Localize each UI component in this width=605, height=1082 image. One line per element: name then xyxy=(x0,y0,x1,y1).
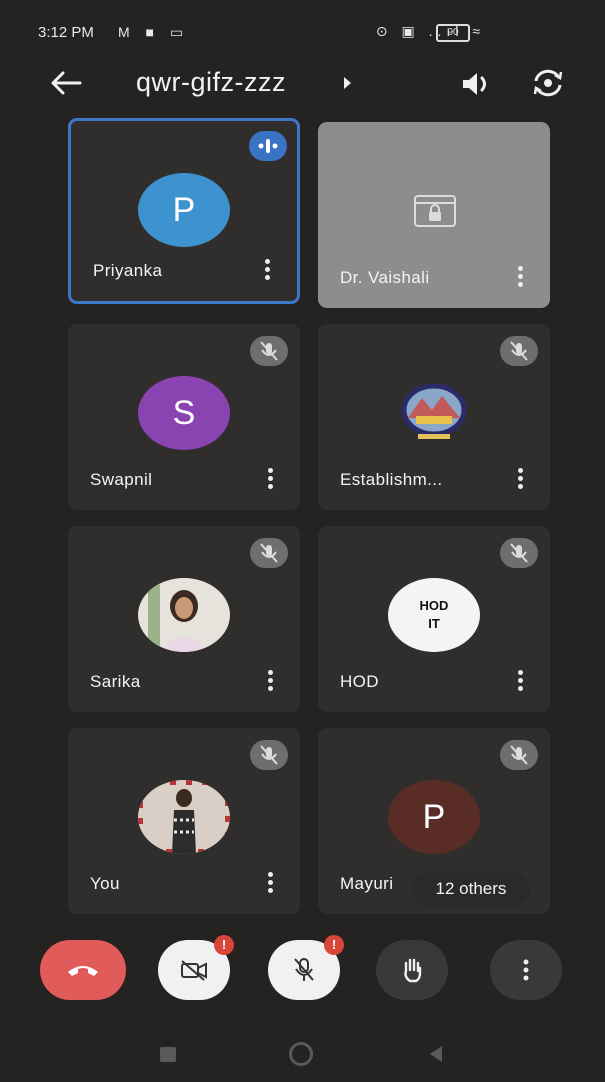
more-vert-icon[interactable] xyxy=(518,468,524,492)
caret-right-icon[interactable] xyxy=(344,77,351,89)
participant-tile-you[interactable]: You xyxy=(68,728,300,914)
more-vert-icon[interactable] xyxy=(268,670,274,694)
flip-camera-icon[interactable] xyxy=(530,67,566,99)
mic-toggle-button[interactable]: ! xyxy=(268,935,344,1000)
avatar: HOD IT xyxy=(388,578,480,652)
home-button[interactable] xyxy=(289,1042,313,1066)
profile-photo xyxy=(138,578,230,652)
participant-tile-priyanka[interactable]: P Priyanka xyxy=(68,118,300,304)
mic-off-icon xyxy=(500,740,538,770)
arrow-left-icon[interactable] xyxy=(48,68,84,98)
meet-screen: 3:12 PM M ■ ▭ ⊙ ▣ ..ıl ≈ 90 qwr-gifz-zzz xyxy=(0,0,605,1082)
end-call-button[interactable] xyxy=(40,940,126,1000)
more-options-button[interactable] xyxy=(490,940,562,1000)
participant-name: Priyanka xyxy=(93,261,163,280)
avatar: P xyxy=(388,780,480,854)
notification-icons: M ■ ▭ xyxy=(118,24,190,40)
end-call-icon xyxy=(68,966,98,976)
more-vert-icon[interactable] xyxy=(268,872,274,896)
avatar: P xyxy=(138,173,230,247)
more-vert-icon[interactable] xyxy=(265,259,271,283)
camera-off-icon xyxy=(181,960,207,981)
mic-off-icon xyxy=(294,958,314,981)
status-time: 3:12 PM xyxy=(38,24,94,41)
avatar-text-line-2: IT xyxy=(428,616,440,631)
raise-hand-icon xyxy=(404,958,422,983)
speaking-indicator-icon xyxy=(249,131,287,161)
participant-name: Sarika xyxy=(90,672,141,691)
mic-off-icon xyxy=(250,538,288,568)
participant-name: Mayuri xyxy=(340,874,394,893)
camera-toggle-button[interactable]: ! xyxy=(158,935,234,1000)
status-bar: 3:12 PM M ■ ▭ ⊙ ▣ ..ıl ≈ 90 xyxy=(0,18,605,48)
meeting-code[interactable]: qwr-gifz-zzz xyxy=(136,67,286,98)
mic-off-icon xyxy=(500,538,538,568)
raise-hand-button[interactable] xyxy=(376,940,448,1000)
profile-photo xyxy=(138,780,230,854)
speaker-icon[interactable] xyxy=(458,68,494,100)
alert-badge: ! xyxy=(324,935,344,955)
alert-badge: ! xyxy=(214,935,234,955)
participant-name: Establishm... xyxy=(340,470,443,489)
mic-off-icon xyxy=(500,336,538,366)
participant-tile-hod[interactable]: HOD IT HOD xyxy=(318,526,550,712)
mic-off-icon xyxy=(250,336,288,366)
more-vert-icon[interactable] xyxy=(518,266,524,290)
participant-tile-swapnil[interactable]: S Swapnil xyxy=(68,324,300,510)
institution-logo xyxy=(390,378,478,448)
others-count-chip[interactable]: 12 others xyxy=(412,872,530,906)
participant-name: HOD xyxy=(340,672,379,691)
locked-screen-icon xyxy=(414,195,456,227)
more-vert-icon[interactable] xyxy=(518,670,524,694)
avatar: S xyxy=(138,376,230,450)
back-button[interactable] xyxy=(430,1046,442,1062)
meeting-header: qwr-gifz-zzz xyxy=(0,56,605,112)
recents-button[interactable] xyxy=(160,1047,176,1062)
more-vert-icon[interactable] xyxy=(268,468,274,492)
mic-off-icon xyxy=(250,740,288,770)
more-vert-icon xyxy=(523,959,529,981)
participant-tile-dr-vaishali[interactable]: Dr. Vaishali xyxy=(318,122,550,308)
participant-name: Dr. Vaishali xyxy=(340,268,430,287)
battery-icon: 90 xyxy=(436,24,470,42)
participant-tile-sarika[interactable]: Sarika xyxy=(68,526,300,712)
avatar-text-line-1: HOD xyxy=(419,598,449,613)
participant-tile-establishment[interactable]: Establishm... xyxy=(318,324,550,510)
participant-name: Swapnil xyxy=(90,470,153,489)
participant-name: You xyxy=(90,874,120,893)
